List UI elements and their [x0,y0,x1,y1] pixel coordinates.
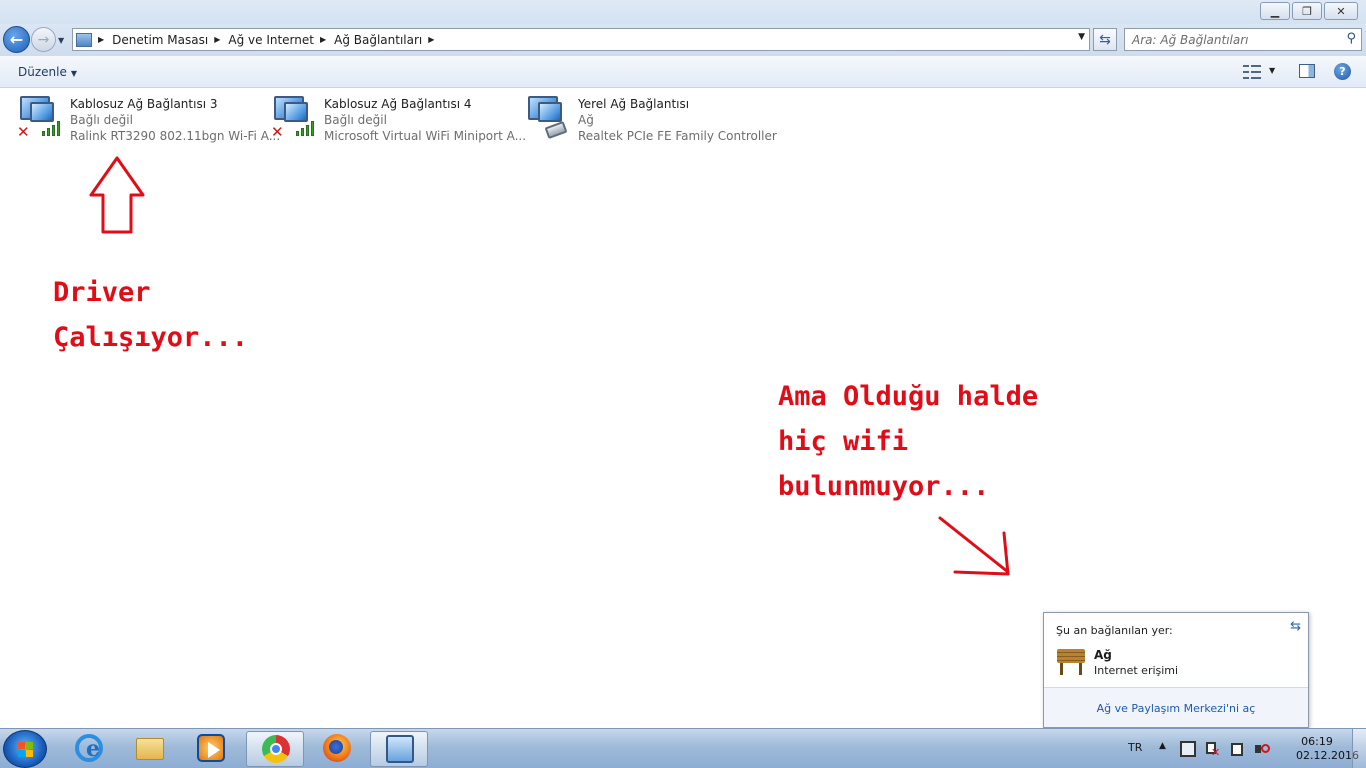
taskbar-media-player[interactable] [182,731,240,767]
down-right-arrow-annotation [938,516,1010,576]
network-access-status: Internet erişimi [1094,664,1179,677]
network-status-flyout: Şu an bağlanılan yer: ⇆ Ağ Internet eriş… [1043,612,1309,728]
folder-icon [136,738,164,760]
taskbar-chrome[interactable] [246,731,304,767]
power-tray-icon[interactable] [1229,741,1245,757]
network-name: Ağ [1094,648,1112,662]
annotation-line: hiç wifi [778,426,909,457]
internet-explorer-icon: e [75,734,103,762]
flyout-footer: Ağ ve Paylaşım Merkezi'ni aç [1044,687,1308,727]
annotation-text-left: Driver Çalışıyor... [53,270,248,360]
network-tray-icon[interactable]: ✕ [1204,741,1220,758]
open-network-sharing-center-link[interactable]: Ağ ve Paylaşım Merkezi'ni aç [1044,702,1308,715]
start-button[interactable] [3,730,47,768]
taskbar-windows-explorer[interactable] [121,731,179,767]
chrome-icon [262,735,290,763]
firefox-icon [323,734,351,762]
language-indicator[interactable]: TR [1128,741,1142,754]
annotation-line: Driver [53,277,151,308]
annotation-line: bulunmuyor... [778,471,990,502]
action-center-icon[interactable] [1180,741,1196,757]
park-bench-network-icon [1055,649,1087,677]
clock-time: 06:19 [1301,735,1333,748]
taskbar-internet-explorer[interactable]: e [60,731,118,767]
volume-muted-icon[interactable] [1254,741,1270,757]
show-desktop-button[interactable] [1352,729,1366,768]
taskbar-firefox[interactable] [308,731,366,767]
network-connections-icon [386,735,414,763]
media-player-icon [197,734,225,762]
flyout-heading: Şu an bağlanılan yer: [1056,624,1173,637]
clock-date: 02.12.2016 [1296,749,1359,762]
system-clock[interactable]: 06:19 02.12.2016 [1296,735,1359,763]
annotation-line: Çalışıyor... [53,322,249,353]
up-arrow-annotation [89,156,145,234]
windows-logo-icon [18,742,34,758]
annotation-text-right: Ama Olduğu halde hiç wifi bulunmuyor... [778,374,1038,509]
show-hidden-icons-button[interactable]: ▲ [1159,741,1166,751]
refresh-icon[interactable]: ⇆ [1290,619,1301,634]
annotation-line: Ama Olduğu halde [778,381,1039,412]
taskbar-network-connections[interactable] [370,731,428,767]
taskbar: e TR ▲ ✕ 06:19 02.12.2016 [0,728,1366,768]
network-connections-window: ▁ ❐ ✕ ← → ▼ ▶ Denetim Masası ▶ Ağ ve Int… [0,0,1366,768]
